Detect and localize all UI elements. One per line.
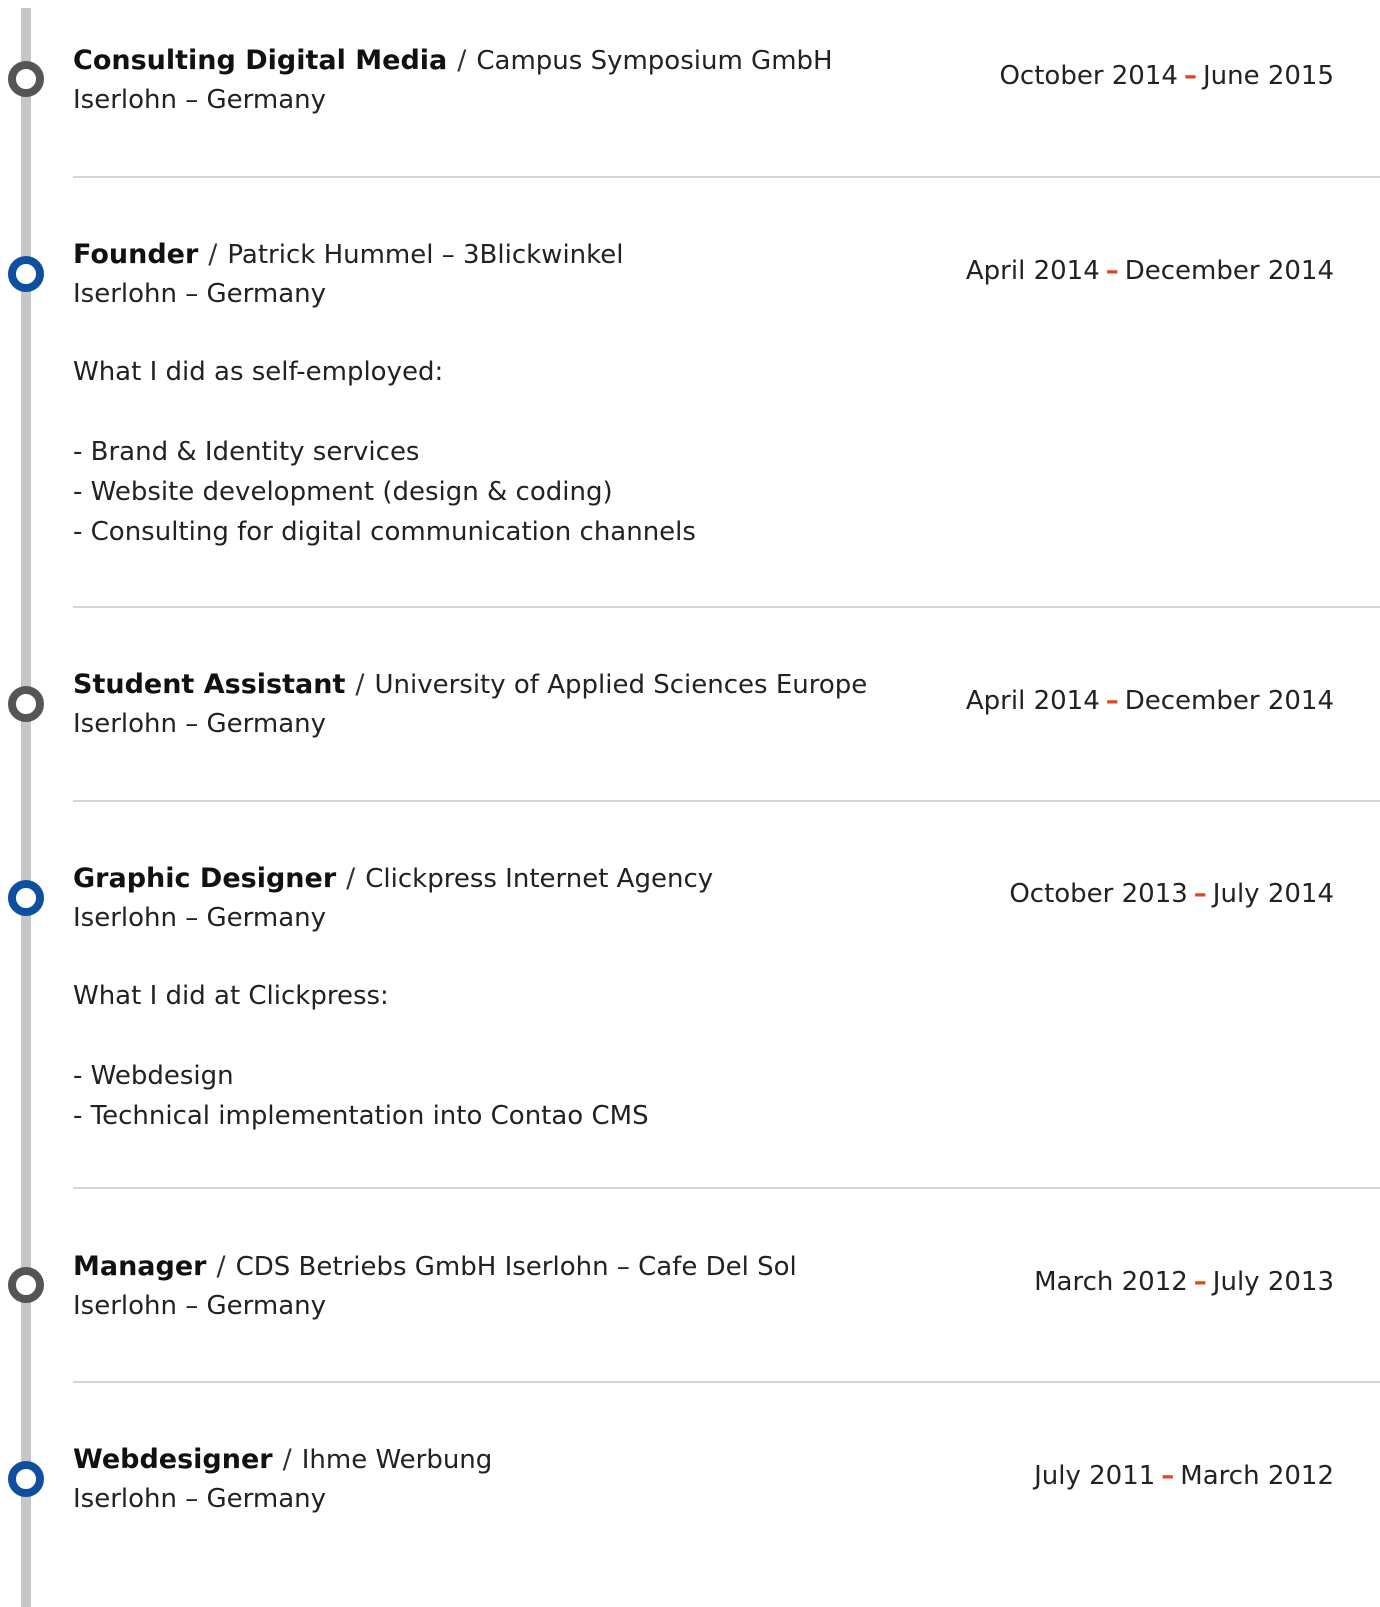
job-title: Founder bbox=[73, 239, 199, 270]
job-dates: April 2014– December 2014 bbox=[966, 254, 1334, 288]
entry-divider bbox=[73, 1381, 1380, 1383]
company-name: Patrick Hummel – 3Blickwinkel bbox=[227, 240, 624, 270]
title-separator: / bbox=[346, 863, 356, 894]
entry-divider bbox=[73, 176, 1380, 178]
timeline-dot-icon bbox=[8, 880, 44, 916]
end-date: March 2012 bbox=[1180, 1461, 1334, 1491]
timeline-dot-icon bbox=[8, 256, 44, 292]
date-dash: – bbox=[1105, 256, 1119, 286]
job-location: Iserlohn – Germany bbox=[73, 279, 327, 309]
job-description: What I did as self-employed: - Brand & I… bbox=[73, 352, 696, 552]
description-line bbox=[73, 1016, 649, 1056]
entry-divider bbox=[73, 1187, 1380, 1189]
job-title: Manager bbox=[73, 1251, 207, 1282]
description-line: - Website development (design & coding) bbox=[73, 477, 613, 507]
entry-headline: Graphic Designer / Clickpress Internet Age… bbox=[73, 862, 713, 896]
job-title: Consulting Digital Media bbox=[73, 45, 448, 76]
title-separator: / bbox=[282, 1444, 292, 1475]
description-line: - Webdesign bbox=[73, 1061, 234, 1091]
end-date: July 2014 bbox=[1212, 879, 1334, 909]
title-separator: / bbox=[457, 45, 467, 76]
description-line: - Brand & Identity services bbox=[73, 437, 420, 467]
job-dates: July 2011– March 2012 bbox=[1034, 1459, 1334, 1493]
timeline-line bbox=[21, 8, 31, 1607]
description-line: - Technical implementation into Contao C… bbox=[73, 1101, 649, 1131]
job-dates: March 2012– July 2013 bbox=[1034, 1265, 1334, 1299]
timeline-dot-icon bbox=[8, 61, 44, 97]
job-location: Iserlohn – Germany bbox=[73, 85, 327, 115]
job-location: Iserlohn – Germany bbox=[73, 1484, 327, 1514]
entry-divider bbox=[73, 800, 1380, 802]
company-name: Clickpress Internet Agency bbox=[365, 864, 714, 894]
company-name: University of Applied Sciences Europe bbox=[374, 670, 868, 700]
start-date: April 2014 bbox=[965, 686, 1100, 716]
job-location: Iserlohn – Germany bbox=[73, 709, 327, 739]
description-line: - Consulting for digital communication c… bbox=[73, 517, 696, 547]
date-dash: – bbox=[1193, 879, 1207, 909]
description-line bbox=[73, 392, 696, 432]
description-line: What I did as self-employed: bbox=[73, 357, 444, 387]
description-line: What I did at Clickpress: bbox=[73, 981, 389, 1011]
entry-headline: Founder / Patrick Hummel – 3Blickwinkel bbox=[73, 238, 624, 272]
company-name: CDS Betriebs GmbH Iserlohn – Cafe Del So… bbox=[235, 1252, 797, 1282]
start-date: October 2013 bbox=[1009, 879, 1188, 909]
date-dash: – bbox=[1183, 61, 1197, 91]
job-title: Student Assistant bbox=[73, 669, 346, 700]
job-title: Webdesigner bbox=[73, 1444, 273, 1475]
start-date: July 2011 bbox=[1034, 1461, 1156, 1491]
timeline-dot-icon bbox=[8, 1461, 44, 1497]
start-date: October 2014 bbox=[999, 61, 1178, 91]
entry-divider bbox=[73, 606, 1380, 608]
date-dash: – bbox=[1161, 1461, 1175, 1491]
end-date: December 2014 bbox=[1124, 256, 1334, 286]
job-dates: October 2014– June 2015 bbox=[999, 59, 1334, 93]
job-dates: April 2014– December 2014 bbox=[966, 684, 1334, 718]
title-separator: / bbox=[208, 239, 218, 270]
end-date: June 2015 bbox=[1202, 61, 1334, 91]
company-name: Campus Symposium GmbH bbox=[476, 46, 833, 76]
end-date: July 2013 bbox=[1212, 1267, 1334, 1297]
start-date: March 2012 bbox=[1034, 1267, 1188, 1297]
timeline-dot-icon bbox=[8, 686, 44, 722]
start-date: April 2014 bbox=[965, 256, 1100, 286]
job-location: Iserlohn – Germany bbox=[73, 903, 327, 933]
entry-headline: Manager / CDS Betriebs GmbH Iserlohn – Caf… bbox=[73, 1250, 797, 1284]
date-dash: – bbox=[1193, 1267, 1207, 1297]
timeline-dot-icon bbox=[8, 1267, 44, 1303]
entry-headline: Consulting Digital Media / Campus Symposiu… bbox=[73, 44, 833, 78]
job-dates: October 2013– July 2014 bbox=[1009, 877, 1334, 911]
job-location: Iserlohn – Germany bbox=[73, 1291, 327, 1321]
entry-headline: Student Assistant / University of Applied … bbox=[73, 668, 867, 702]
company-name: Ihme Werbung bbox=[301, 1445, 493, 1475]
title-separator: / bbox=[355, 669, 365, 700]
end-date: December 2014 bbox=[1124, 686, 1334, 716]
entry-headline: Webdesigner / Ihme Werbung bbox=[73, 1443, 492, 1477]
job-description: What I did at Clickpress: - Webdesign - … bbox=[73, 976, 649, 1136]
title-separator: / bbox=[216, 1251, 226, 1282]
date-dash: – bbox=[1105, 686, 1119, 716]
job-title: Graphic Designer bbox=[73, 863, 337, 894]
